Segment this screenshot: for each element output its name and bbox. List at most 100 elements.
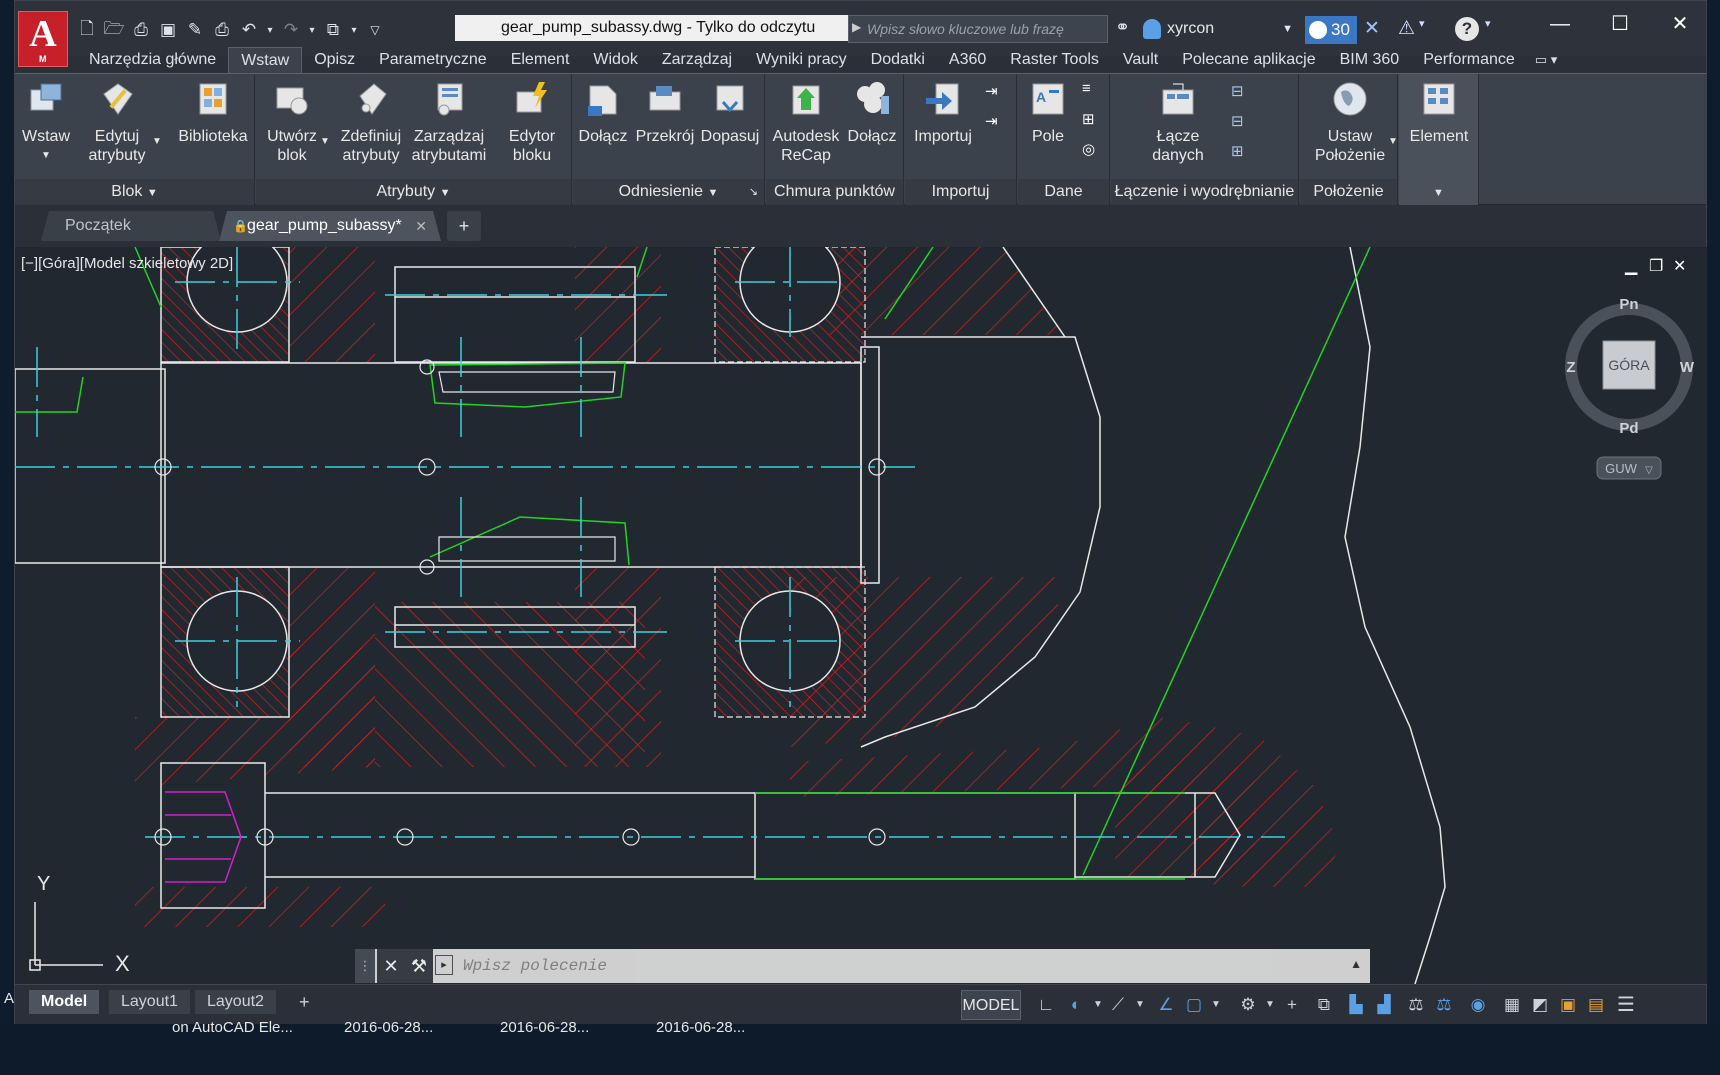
new-file-icon[interactable]: 🗋 xyxy=(75,18,99,42)
lacze-danych-button[interactable]: Łącze danych xyxy=(1141,80,1215,165)
tab-wstaw[interactable]: Wstaw xyxy=(228,47,303,73)
przekroj-button[interactable]: Przekrój xyxy=(633,80,697,146)
plus-icon[interactable]: + xyxy=(1281,994,1303,1016)
extract-data-icon[interactable]: ⊞ xyxy=(1231,142,1251,162)
biblioteka-button[interactable]: Biblioteka xyxy=(175,80,251,146)
save-icon[interactable]: ▣ xyxy=(156,18,180,42)
command-prompt-icon[interactable]: ▸ xyxy=(435,955,453,975)
panel-atrybuty-title[interactable]: Atrybuty ▼ xyxy=(256,179,571,205)
a360-dropdown-icon[interactable]: ▾ xyxy=(1419,17,1425,30)
taskbar-item-2[interactable]: 2016-06-28... xyxy=(344,1019,433,1036)
help-dropdown-icon[interactable]: ▾ xyxy=(1485,17,1491,30)
customize-qat-icon[interactable]: ▽ xyxy=(363,18,387,42)
upload-link-icon[interactable]: ⊟ xyxy=(1231,112,1251,132)
wstaw-tool-button[interactable]: Wstaw ▼ xyxy=(19,80,73,165)
viewcube-south[interactable]: Pd xyxy=(1619,420,1638,437)
chevron-down-icon[interactable]: ▼ xyxy=(320,136,340,156)
autodesk-recap-button[interactable]: Autodesk ReCap xyxy=(770,80,842,165)
tab-a360[interactable]: A360 xyxy=(937,47,998,73)
help-icon[interactable]: ? xyxy=(1455,17,1479,41)
update-fields-icon[interactable]: ≡ xyxy=(1082,80,1102,100)
ribbon-options-icon[interactable]: ▭ ▾ xyxy=(1527,47,1565,73)
download-link-icon[interactable]: ⊟ xyxy=(1231,82,1251,102)
undo-dropdown-icon[interactable]: ▾ xyxy=(264,18,276,42)
layout-tab-model[interactable]: Model xyxy=(29,990,100,1014)
add-layout-button[interactable]: + xyxy=(287,990,322,1014)
dialog-launcher-icon[interactable]: ↘ xyxy=(749,179,758,205)
isodraft-icon[interactable]: ∠ xyxy=(1155,994,1177,1016)
taskbar-item-4[interactable]: 2016-06-28... xyxy=(656,1019,745,1036)
undo-icon[interactable]: ↶ xyxy=(237,18,261,42)
taskbar-item-3[interactable]: 2016-06-28... xyxy=(500,1019,589,1036)
open-folder-icon[interactable]: 🗁 xyxy=(102,18,126,42)
viewport-controls-label[interactable]: [−][Góra][Model szkieletowy 2D] xyxy=(21,255,233,272)
tab-performance[interactable]: Performance xyxy=(1411,47,1527,73)
import-pdf-icon[interactable]: ⇥ xyxy=(985,82,1005,102)
customization-menu-icon[interactable]: ☰ xyxy=(1615,994,1637,1016)
tab-opisz[interactable]: Opisz xyxy=(302,47,367,73)
viewcube-east[interactable]: W xyxy=(1680,359,1695,376)
chevron-down-icon[interactable]: ▼ xyxy=(1087,994,1109,1016)
workspace-icon[interactable]: ▙ xyxy=(1345,994,1367,1016)
panel-odniesienie-title[interactable]: Odniesienie ▼ ↘ xyxy=(573,179,764,205)
subscription-badge[interactable]: 30 xyxy=(1305,16,1357,44)
chevron-down-icon[interactable]: ▼ xyxy=(152,136,172,156)
isolate-objects-icon[interactable]: ◩ xyxy=(1529,994,1551,1016)
close-tab-icon[interactable]: ✕ xyxy=(415,211,427,241)
save-web-icon[interactable]: ⎙ xyxy=(129,18,153,42)
importuj-button[interactable]: Importuj xyxy=(909,80,977,146)
chevron-down-icon[interactable]: ▼ xyxy=(1129,994,1151,1016)
ole-object-icon[interactable]: ⊞ xyxy=(1082,110,1102,130)
pole-button[interactable]: A Pole xyxy=(1022,80,1074,146)
quick-properties-icon[interactable]: ▦ xyxy=(1501,994,1523,1016)
panel-element-expand[interactable]: ▼ xyxy=(1399,179,1478,205)
annotation-scale-icon[interactable]: ▟ xyxy=(1373,994,1395,1016)
zarzadzaj-atrybutami-button[interactable]: Zarządzaj atrybutami xyxy=(408,80,490,165)
wrench-icon[interactable]: ⚒ xyxy=(405,949,433,983)
save-as-icon[interactable]: ✎ xyxy=(183,18,207,42)
polar-tracking-icon[interactable]: ⟋ xyxy=(1107,994,1129,1016)
viewport-restore-icon[interactable]: ❐ xyxy=(1649,256,1663,276)
dolacz-ref-button[interactable]: Dołącz xyxy=(577,80,629,146)
user-account[interactable]: xyrcon ▼ xyxy=(1143,15,1293,43)
new-tab-button[interactable]: + xyxy=(447,211,481,241)
viewcube-west[interactable]: Z xyxy=(1566,359,1575,376)
viewcube[interactable]: GÓRA Pn Pd W Z GUW ▽ xyxy=(1565,296,1695,480)
tab-vault[interactable]: Vault xyxy=(1111,47,1170,73)
maximize-button[interactable]: ☐ xyxy=(1591,9,1649,39)
redo-icon[interactable]: ↷ xyxy=(279,18,303,42)
element-button[interactable]: Element xyxy=(1405,80,1473,146)
edytor-bloku-button[interactable]: Edytor bloku xyxy=(500,80,564,165)
object-snap-icon[interactable]: ▢ xyxy=(1183,994,1205,1016)
dopasuj-button[interactable]: Dopasuj xyxy=(699,80,761,146)
share-icon[interactable]: ⧉ xyxy=(321,18,345,42)
zdefiniuj-atrybuty-button[interactable]: Zdefiniuj atrybuty xyxy=(338,80,404,165)
redo-dropdown-icon[interactable]: ▾ xyxy=(306,18,318,42)
share-dropdown-icon[interactable]: ▾ xyxy=(348,18,360,42)
hyperlink-icon[interactable]: ◎ xyxy=(1082,140,1102,160)
panel-blok-title[interactable]: Blok ▼ xyxy=(15,179,254,205)
gear-icon[interactable]: ⚙ xyxy=(1237,994,1259,1016)
binoculars-icon[interactable]: ⚭ xyxy=(1115,17,1130,38)
drawing-viewport[interactable]: [−][Góra][Model szkieletowy 2D] ▁ ❐ ✕ Y … xyxy=(15,247,1707,984)
viewcube-north[interactable]: Pn xyxy=(1619,296,1638,313)
ucs-menu[interactable]: GUW xyxy=(1605,461,1638,476)
file-tab-start[interactable]: Początek xyxy=(41,211,221,241)
tab-polecane-aplikacje[interactable]: Polecane aplikacje xyxy=(1170,47,1327,73)
tab-widok[interactable]: Widok xyxy=(581,47,649,73)
viewport-minimize-icon[interactable]: ▁ xyxy=(1625,256,1637,276)
file-tab-gear-pump[interactable]: 🔒 gear_pump_subassy* ✕ xyxy=(219,211,441,241)
exchange-apps-icon[interactable]: ✕ xyxy=(1364,17,1380,40)
search-expand-icon[interactable]: ▶ xyxy=(852,20,861,34)
close-window-button[interactable]: ✕ xyxy=(1651,9,1709,39)
chevron-down-icon[interactable]: ▼ xyxy=(1205,994,1227,1016)
utworz-blok-button[interactable]: Utwórz blok xyxy=(260,80,324,165)
a360-icon[interactable]: ⚠ xyxy=(1398,17,1415,40)
search-input[interactable] xyxy=(867,18,1105,40)
tab-dodatki[interactable]: Dodatki xyxy=(859,47,937,73)
selection-cycling-icon[interactable]: ⧉ xyxy=(1313,994,1335,1016)
clean-screen-icon[interactable]: ▤ xyxy=(1585,994,1607,1016)
taskbar-item-1[interactable]: on AutoCAD Ele... xyxy=(172,1019,293,1036)
command-close-icon[interactable]: ✕ xyxy=(377,949,405,983)
tab-zarzadzaj[interactable]: Zarządzaj xyxy=(650,47,744,73)
